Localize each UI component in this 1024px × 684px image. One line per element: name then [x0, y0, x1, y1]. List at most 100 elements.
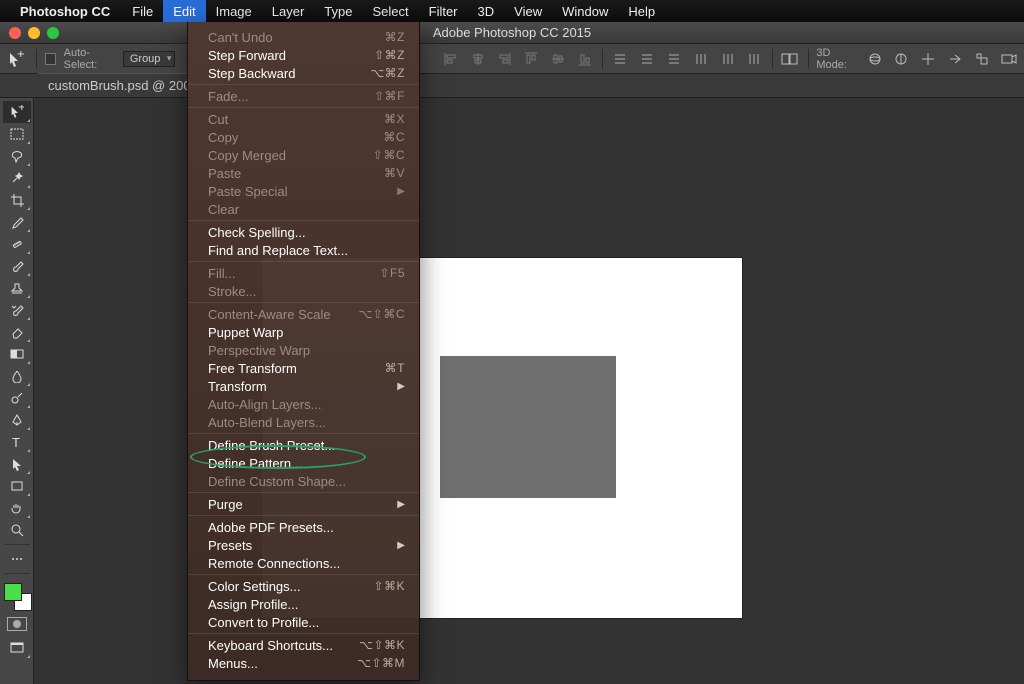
move-tool[interactable]: +: [3, 101, 31, 123]
distribute-bottom-icon[interactable]: [665, 48, 684, 70]
menu-item-puppet-warp[interactable]: Puppet Warp: [188, 323, 419, 341]
current-tool-icon[interactable]: +: [6, 48, 28, 70]
menu-item-define-pattern[interactable]: Define Pattern...: [188, 454, 419, 472]
menu-item-remote-connections[interactable]: Remote Connections...: [188, 554, 419, 572]
marquee-tool[interactable]: [3, 123, 31, 145]
align-top-icon[interactable]: [522, 48, 541, 70]
menu-help[interactable]: Help: [618, 0, 665, 22]
menu-type[interactable]: Type: [314, 0, 362, 22]
rectangle-tool[interactable]: [3, 475, 31, 497]
3d-roll-icon[interactable]: [892, 48, 911, 70]
align-vcenter-icon[interactable]: [549, 48, 568, 70]
auto-select-dropdown[interactable]: Group: [123, 51, 176, 67]
workspace: [34, 98, 1024, 684]
menu-item-presets[interactable]: Presets▶: [188, 536, 419, 554]
submenu-arrow-icon: ▶: [397, 186, 405, 197]
menu-item-purge[interactable]: Purge▶: [188, 495, 419, 513]
menu-item-fade: Fade...⇧⌘F: [188, 87, 419, 105]
menu-item-define-brush-preset[interactable]: Define Brush Preset...: [188, 436, 419, 454]
menu-item-menus[interactable]: Menus...⌥⇧⌘M: [188, 654, 419, 672]
distribute-top-icon[interactable]: [611, 48, 630, 70]
document-tab-label: customBrush.psd @ 200%: [48, 78, 202, 93]
color-swatches[interactable]: [2, 581, 32, 611]
menu-3d[interactable]: 3D: [468, 0, 505, 22]
menu-image[interactable]: Image: [206, 0, 262, 22]
auto-select-checkbox[interactable]: [45, 53, 56, 65]
distribute-left-icon[interactable]: [691, 48, 710, 70]
app-name[interactable]: Photoshop CC: [20, 4, 110, 19]
menu-item-label: Clear: [208, 202, 405, 217]
window-title: Adobe Photoshop CC 2015: [0, 25, 1024, 40]
zoom-tool[interactable]: [3, 519, 31, 541]
submenu-arrow-icon: ▶: [397, 499, 405, 510]
menu-filter[interactable]: Filter: [419, 0, 468, 22]
auto-align-icon[interactable]: [781, 48, 800, 70]
menu-item-transform[interactable]: Transform▶: [188, 377, 419, 395]
align-left-icon[interactable]: [441, 48, 460, 70]
3d-pan-icon[interactable]: [919, 48, 938, 70]
menu-window[interactable]: Window: [552, 0, 618, 22]
align-right-icon[interactable]: [495, 48, 514, 70]
lasso-tool[interactable]: [3, 145, 31, 167]
3d-orbit-icon[interactable]: [865, 48, 884, 70]
brush-tool[interactable]: [3, 255, 31, 277]
menu-item-stroke: Stroke...: [188, 282, 419, 300]
wand-tool[interactable]: [3, 167, 31, 189]
foreground-swatch[interactable]: [4, 583, 22, 601]
menu-select[interactable]: Select: [362, 0, 418, 22]
menu-item-label: Step Forward: [208, 48, 359, 63]
path-select-tool[interactable]: [3, 453, 31, 475]
menu-item-free-transform[interactable]: Free Transform⌘T: [188, 359, 419, 377]
svg-text:+: +: [17, 51, 25, 61]
menu-item-convert-to-profile[interactable]: Convert to Profile...: [188, 613, 419, 631]
menu-view[interactable]: View: [504, 0, 552, 22]
options-bar: + Auto-Select: Group 3D Mode:: [0, 44, 1024, 74]
menu-item-label: Transform: [208, 379, 397, 394]
menu-item-label: Adobe PDF Presets...: [208, 520, 405, 535]
menu-item-keyboard-shortcuts[interactable]: Keyboard Shortcuts...⌥⇧⌘K: [188, 636, 419, 654]
menu-item-label: Find and Replace Text...: [208, 243, 405, 258]
menu-layer[interactable]: Layer: [262, 0, 315, 22]
menu-edit[interactable]: Edit: [163, 0, 205, 22]
menu-item-label: Assign Profile...: [208, 597, 405, 612]
stamp-tool[interactable]: [3, 277, 31, 299]
crop-tool[interactable]: [3, 189, 31, 211]
menu-item-label: Fade...: [208, 89, 359, 104]
edit-toolbar-icon[interactable]: [3, 548, 31, 570]
menu-item-clear: Clear: [188, 200, 419, 218]
history-brush-tool[interactable]: [3, 299, 31, 321]
menu-item-assign-profile[interactable]: Assign Profile...: [188, 595, 419, 613]
menu-item-auto-blend-layers: Auto-Blend Layers...: [188, 413, 419, 431]
3d-scale-icon[interactable]: [972, 48, 991, 70]
menu-item-find-and-replace-text[interactable]: Find and Replace Text...: [188, 241, 419, 259]
menu-item-check-spelling[interactable]: Check Spelling...: [188, 223, 419, 241]
align-bottom-icon[interactable]: [575, 48, 594, 70]
menu-item-step-backward[interactable]: Step Backward⌥⌘Z: [188, 64, 419, 82]
3d-slide-icon[interactable]: [946, 48, 965, 70]
canvas-shape[interactable]: [440, 356, 616, 498]
hand-tool[interactable]: [3, 497, 31, 519]
distribute-vcenter-icon[interactable]: [638, 48, 657, 70]
blur-tool[interactable]: [3, 365, 31, 387]
heal-tool[interactable]: [3, 233, 31, 255]
distribute-right-icon[interactable]: [745, 48, 764, 70]
menu-item-label: Can't Undo: [208, 30, 359, 45]
3d-camera-icon[interactable]: [999, 48, 1018, 70]
eraser-tool[interactable]: [3, 321, 31, 343]
type-tool[interactable]: T: [3, 431, 31, 453]
menu-item-color-settings[interactable]: Color Settings...⇧⌘K: [188, 577, 419, 595]
menu-file[interactable]: File: [122, 0, 163, 22]
dodge-tool[interactable]: [3, 387, 31, 409]
eyedropper-tool[interactable]: [3, 211, 31, 233]
shortcut-label: ⌘Z: [359, 30, 405, 44]
align-hcenter-icon[interactable]: [468, 48, 487, 70]
pen-tool[interactable]: [3, 409, 31, 431]
menu-item-label: Perspective Warp: [208, 343, 405, 358]
submenu-arrow-icon: ▶: [397, 540, 405, 551]
menu-item-adobe-pdf-presets[interactable]: Adobe PDF Presets...: [188, 518, 419, 536]
quick-mask-icon[interactable]: [7, 617, 27, 631]
gradient-tool[interactable]: [3, 343, 31, 365]
menu-item-step-forward[interactable]: Step Forward⇧⌘Z: [188, 46, 419, 64]
screen-mode-icon[interactable]: [3, 637, 31, 659]
distribute-hcenter-icon[interactable]: [718, 48, 737, 70]
